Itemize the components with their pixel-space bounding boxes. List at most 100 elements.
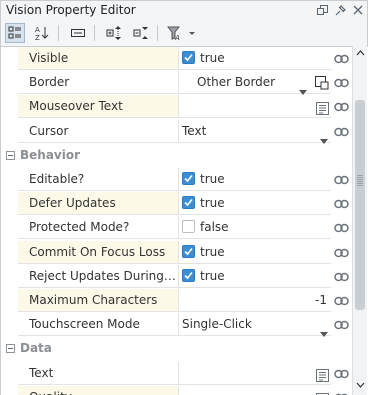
collapse-section-icon[interactable] [6, 150, 15, 160]
binding-link-icon[interactable] [332, 220, 350, 236]
property-name: Maximum Characters [18, 289, 179, 312]
pin-icon[interactable] [332, 2, 348, 18]
property-row-text[interactable]: Text [1, 361, 353, 386]
row-gutter [1, 240, 18, 265]
toolbar-separator [58, 25, 59, 41]
text-editor-icon[interactable] [316, 391, 329, 395]
checkbox-checked-icon[interactable] [182, 196, 195, 210]
property-checkbox-value[interactable]: false [179, 216, 331, 240]
binding-link-icon[interactable] [332, 172, 350, 188]
scrollbar-thumb[interactable] [355, 100, 365, 310]
property-name: Quality [18, 385, 179, 395]
property-checkbox-value[interactable]: true [179, 241, 331, 264]
property-name: Defer Updates [18, 192, 179, 216]
binding-link-icon[interactable] [332, 245, 350, 261]
property-row-cursor[interactable]: Cursor Text [1, 119, 353, 144]
expand-all-icon[interactable] [104, 23, 124, 43]
vertical-scrollbar[interactable] [352, 46, 367, 395]
title-bar: Vision Property Editor [0, 0, 368, 21]
svg-text:A: A [174, 34, 180, 41]
row-gutter [1, 47, 18, 71]
property-text-field[interactable] [179, 95, 331, 119]
binding-link-icon[interactable] [332, 269, 350, 285]
binding-link-icon[interactable] [332, 196, 350, 212]
checkbox-label: true [200, 172, 225, 186]
checkbox-checked-icon[interactable] [182, 244, 195, 258]
property-name: Protected Mode? [18, 216, 179, 240]
binding-link-icon[interactable] [332, 317, 350, 333]
property-text-field[interactable] [179, 386, 331, 395]
checkbox-label: true [200, 51, 225, 65]
property-checkbox-value[interactable]: true [179, 192, 331, 216]
row-gutter [1, 361, 18, 386]
property-row-protected-mode[interactable]: Protected Mode? false [1, 216, 353, 241]
alphabetical-sort-icon[interactable]: AZ [32, 23, 52, 43]
property-dropdown[interactable]: Text [179, 120, 331, 144]
row-gutter [1, 216, 18, 241]
property-name: Editable? [18, 168, 179, 191]
binding-link-icon[interactable] [332, 75, 350, 91]
property-row-visible[interactable]: Visible true [1, 47, 353, 71]
collapse-section-icon[interactable] [6, 344, 15, 354]
property-name: Text [18, 361, 179, 385]
checkbox-checked-icon[interactable] [182, 51, 195, 64]
property-name: Cursor [18, 119, 179, 143]
restore-icon[interactable] [314, 2, 330, 18]
property-name: Visible [18, 47, 179, 70]
section-data[interactable]: Data [1, 337, 353, 361]
property-name: Commit On Focus Loss [18, 240, 179, 264]
row-gutter [1, 119, 18, 144]
section-behavior[interactable]: Behavior [1, 144, 353, 168]
window-title: Vision Property Editor [6, 3, 136, 17]
toolbar: AZ A [0, 21, 368, 47]
property-text-field[interactable] [179, 362, 331, 385]
close-icon[interactable] [350, 2, 366, 18]
scroll-down-icon[interactable] [356, 382, 365, 388]
scroll-up-icon[interactable] [356, 50, 365, 56]
row-gutter [1, 313, 18, 338]
row-gutter [1, 95, 18, 120]
checkbox-label: true [200, 268, 225, 283]
checkbox-unchecked-icon[interactable] [182, 220, 195, 234]
svg-text:Z: Z [35, 34, 40, 41]
property-row-border[interactable]: Border Other Border [1, 71, 353, 96]
toolbar-separator [94, 25, 95, 41]
binding-link-icon[interactable] [332, 366, 350, 382]
basic-view-icon[interactable] [68, 23, 88, 43]
property-dropdown[interactable]: Single-Click [179, 313, 331, 338]
binding-link-icon[interactable] [332, 99, 350, 115]
binding-link-icon[interactable] [332, 51, 350, 67]
property-row-touchscreen-mode[interactable]: Touchscreen Mode Single-Click [1, 313, 353, 338]
checkbox-checked-icon[interactable] [182, 172, 195, 185]
property-name: Touchscreen Mode [18, 313, 179, 337]
row-gutter [1, 71, 18, 96]
checkbox-checked-icon[interactable] [182, 268, 195, 282]
checkbox-label: false [200, 220, 229, 235]
property-checkbox-value[interactable]: true [179, 265, 331, 288]
property-row-maximum-characters[interactable]: Maximum Characters -1 [1, 289, 353, 313]
property-row-defer-updates[interactable]: Defer Updates true [1, 192, 353, 217]
row-gutter [1, 168, 18, 192]
collapse-all-icon[interactable] [131, 23, 151, 43]
property-row-reject-updates-during[interactable]: Reject Updates During ... true [1, 264, 353, 289]
checkbox-label: true [200, 244, 225, 259]
property-row-commit-on-focus-loss[interactable]: Commit On Focus Loss true [1, 240, 353, 265]
property-row-editable[interactable]: Editable? true [1, 168, 353, 192]
checkbox-label: true [200, 196, 225, 211]
border-selector[interactable]: Other Border [179, 71, 331, 96]
property-checkbox-value[interactable]: true [179, 168, 331, 191]
row-gutter [1, 192, 18, 217]
property-name: Reject Updates During ... [18, 264, 179, 288]
property-row-quality[interactable]: Quality [1, 385, 353, 395]
svg-text:A: A [35, 26, 40, 34]
property-grid: Visible true Border Other Border Mouseover T… [0, 46, 353, 395]
border-value: Other Border [197, 75, 276, 90]
binding-link-icon[interactable] [332, 124, 350, 140]
filter-icon[interactable]: A [165, 23, 199, 43]
binding-link-icon[interactable] [332, 390, 350, 395]
categorized-view-icon[interactable] [5, 23, 25, 43]
property-number-field[interactable]: -1 [179, 289, 331, 312]
binding-link-icon[interactable] [332, 293, 350, 309]
property-row-mouseover-text[interactable]: Mouseover Text [1, 95, 353, 120]
property-checkbox-value[interactable]: true [179, 47, 331, 70]
